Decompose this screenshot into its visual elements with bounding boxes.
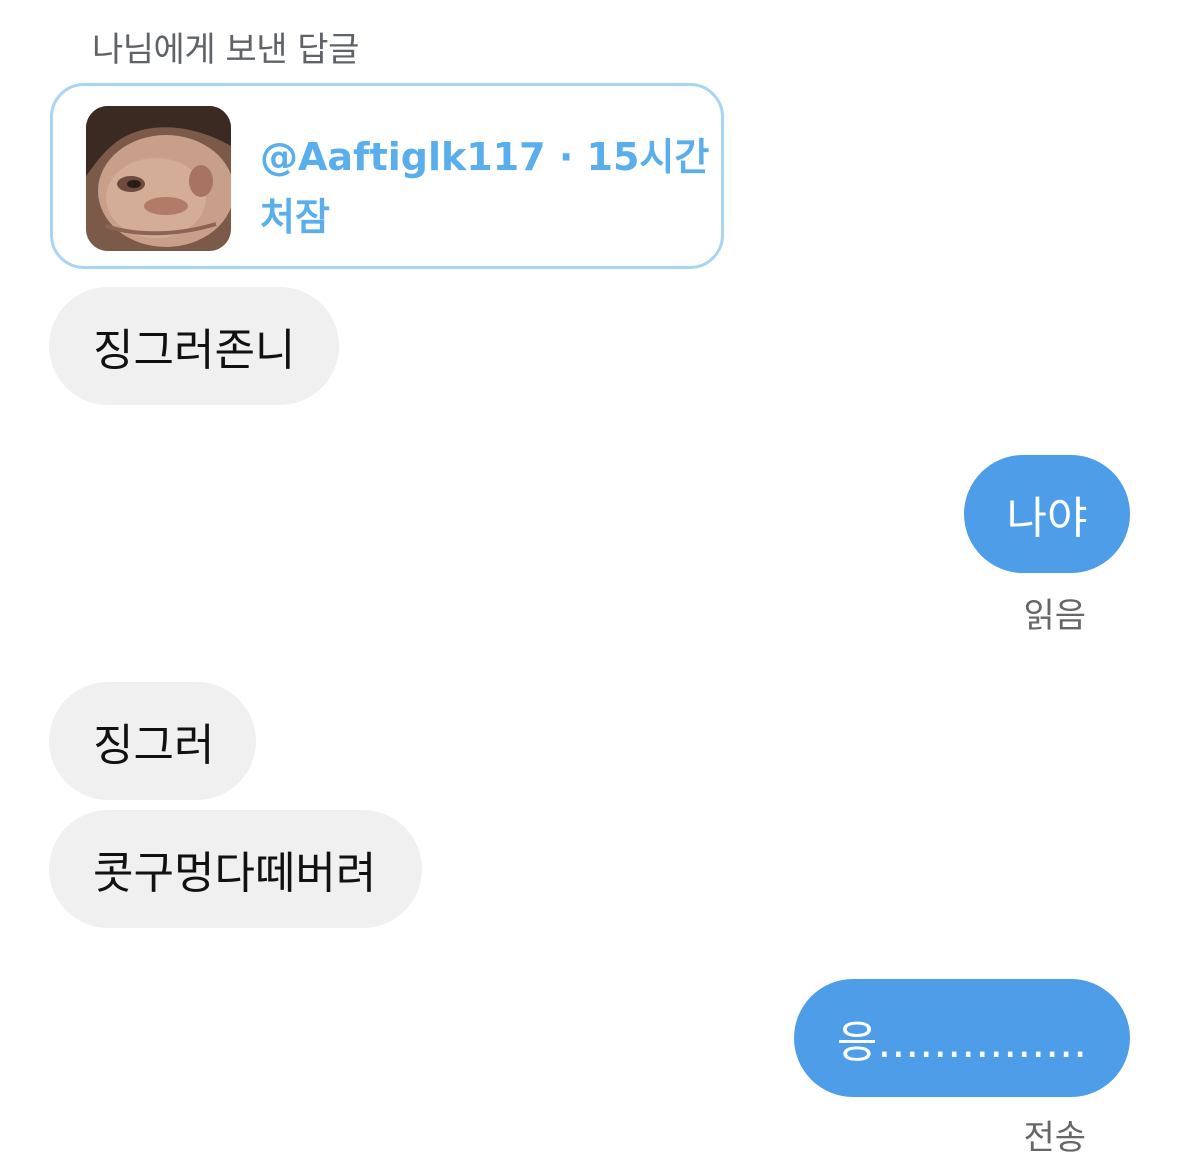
message-bubble-outgoing[interactable]: 응............... — [794, 979, 1130, 1097]
face-photo-image — [86, 106, 231, 251]
meta-separator: · — [545, 135, 587, 179]
quoted-post-time: 15시간 — [586, 135, 710, 179]
message-text: 응............... — [836, 1017, 1088, 1068]
message-bubble-outgoing[interactable]: 나야 — [964, 455, 1130, 573]
message-status-read: 읽음 — [1023, 596, 1086, 636]
quoted-post-card[interactable]: @Aaftiglk117 · 15시간 처잠 — [50, 83, 724, 269]
message-text: 나야 — [1006, 493, 1088, 544]
message-status-sent: 전송 — [1023, 1118, 1086, 1158]
reply-context-label: 나님에게 보낸 답글 — [92, 30, 359, 70]
message-bubble-incoming[interactable]: 징그러 — [49, 682, 256, 800]
message-text: 징그러 — [93, 720, 215, 771]
quoted-post-meta: @Aaftiglk117 · 15시간 — [260, 126, 709, 181]
message-text: 징그러존니 — [93, 325, 296, 376]
quoted-post-thumbnail — [86, 106, 231, 251]
message-bubble-incoming[interactable]: 콧구멍다떼버려 — [49, 810, 422, 928]
quoted-post-text: 처잠 — [260, 195, 330, 239]
message-text: 콧구멍다떼버려 — [93, 848, 377, 899]
quoted-post-handle: @Aaftiglk117 — [260, 135, 546, 179]
message-bubble-incoming[interactable]: 징그러존니 — [49, 287, 339, 405]
